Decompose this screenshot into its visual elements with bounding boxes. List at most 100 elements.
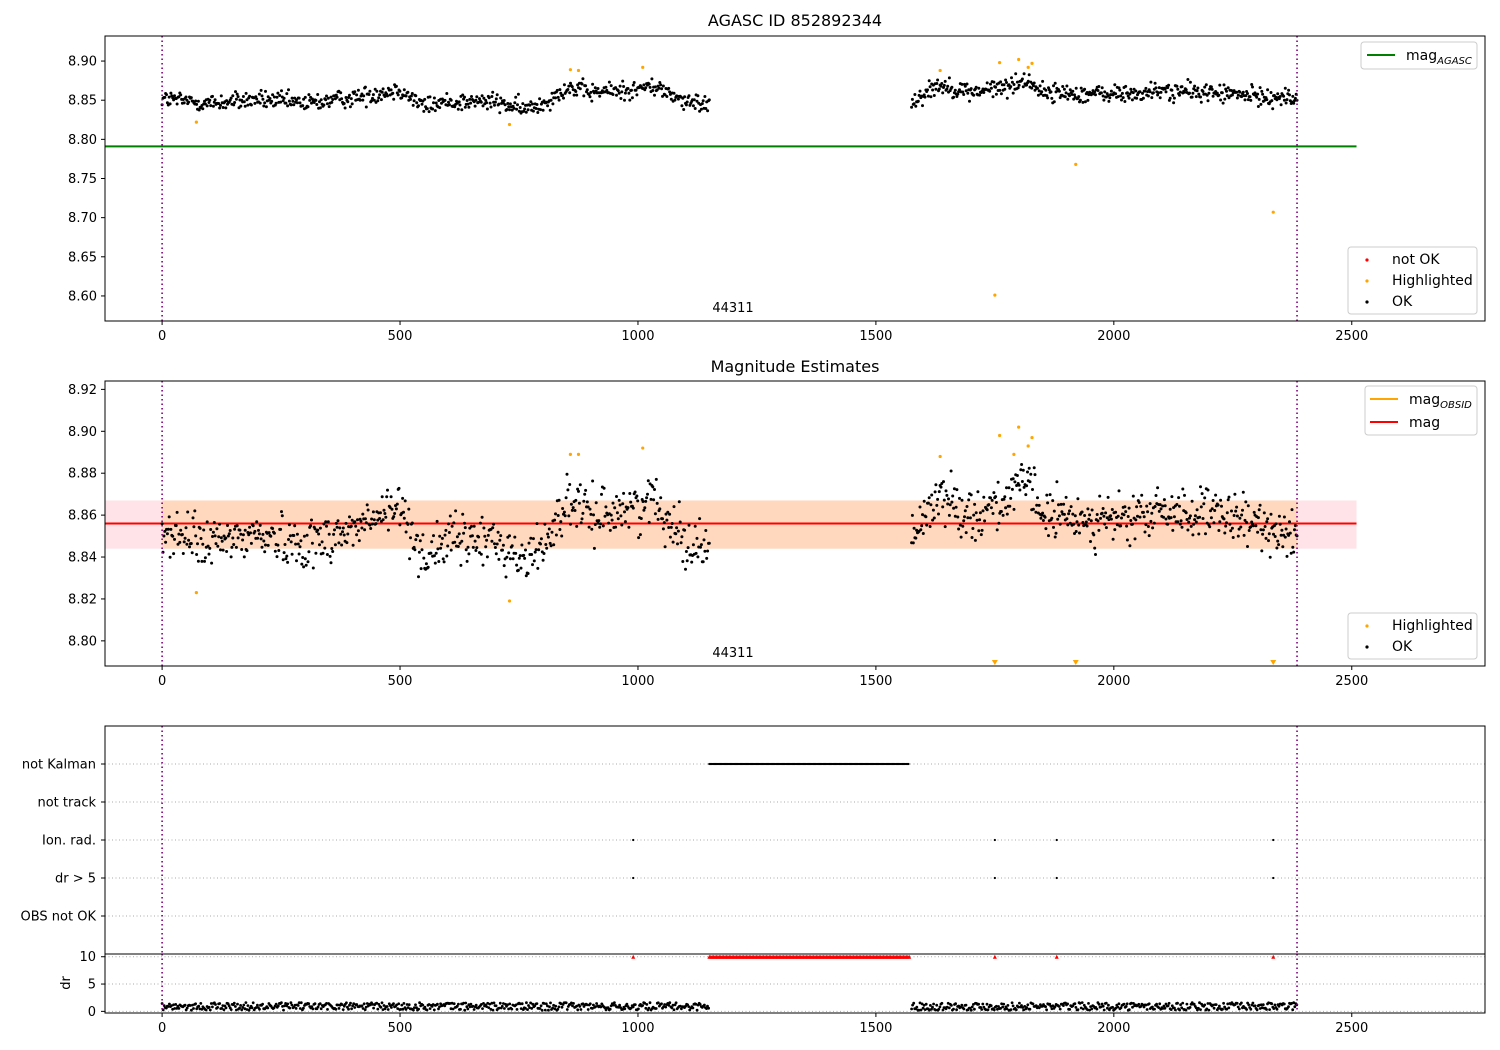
highlighted-point xyxy=(568,68,572,72)
ok-point xyxy=(339,91,343,95)
ok-point xyxy=(1088,513,1092,517)
ok-point xyxy=(486,533,490,537)
ok-point xyxy=(241,538,245,542)
ok-point xyxy=(238,528,242,532)
panel-dr-axes: 05100 500 1000 1500 2000 2500 xyxy=(79,950,1368,1036)
ok-point xyxy=(390,507,394,511)
ok-point xyxy=(341,526,345,530)
ok-point xyxy=(1273,535,1277,538)
ok-point xyxy=(1011,91,1015,95)
ok-point xyxy=(623,520,627,524)
ok-point xyxy=(318,526,322,530)
ok-point xyxy=(1153,505,1157,508)
ok-point xyxy=(1094,553,1097,556)
ok-point xyxy=(285,92,289,96)
ok-point xyxy=(457,532,461,536)
ok-point xyxy=(1077,523,1081,527)
dr-point xyxy=(924,1002,928,1006)
ok-point xyxy=(957,527,961,531)
ok-point xyxy=(1170,88,1174,92)
ok-point xyxy=(656,517,660,521)
ok-point xyxy=(276,91,280,95)
ok-point xyxy=(643,506,647,510)
ok-point xyxy=(1140,493,1144,497)
ok-point xyxy=(978,518,982,522)
dr-point xyxy=(222,1008,226,1012)
ok-point xyxy=(463,105,467,109)
ok-point xyxy=(592,546,596,550)
ok-point xyxy=(1025,484,1029,488)
ok-point xyxy=(645,496,649,500)
dr-clipped-marker xyxy=(1054,954,1059,959)
dr-point xyxy=(464,1001,468,1005)
ok-point xyxy=(1154,494,1158,497)
ok-point xyxy=(310,518,313,522)
ok-point xyxy=(561,507,565,510)
ok-point xyxy=(1130,98,1134,102)
ok-point xyxy=(1267,539,1270,543)
legend-not-ok-marker xyxy=(1365,258,1369,262)
dr-point xyxy=(618,1003,621,1007)
ok-point xyxy=(431,107,435,111)
ok-point xyxy=(358,98,362,102)
ok-point xyxy=(502,99,506,102)
ok-point xyxy=(406,90,410,94)
ok-point xyxy=(1040,90,1044,94)
ok-point xyxy=(209,104,213,108)
ok-point xyxy=(1021,85,1025,89)
ok-point xyxy=(490,95,494,98)
ok-point xyxy=(407,507,411,511)
ok-point xyxy=(975,518,979,522)
ok-point xyxy=(433,109,437,113)
ok-point xyxy=(534,548,538,552)
dr-point xyxy=(910,1007,913,1011)
ok-point xyxy=(259,537,263,541)
x-tick-label: 2000 xyxy=(1097,329,1130,344)
legend-highlighted-marker xyxy=(1365,279,1369,283)
dr-point xyxy=(1251,1001,1255,1005)
ok-point xyxy=(1109,89,1113,93)
ok-point xyxy=(380,495,384,499)
ok-point xyxy=(538,97,542,101)
ok-point xyxy=(202,528,206,532)
ok-point xyxy=(467,105,471,109)
ok-point xyxy=(941,505,945,509)
ok-point xyxy=(659,496,663,500)
ok-point xyxy=(281,558,285,562)
ok-point xyxy=(187,100,191,104)
ok-point xyxy=(1222,517,1226,521)
ok-point xyxy=(272,95,276,99)
dr-point xyxy=(319,1007,323,1011)
ok-point xyxy=(523,556,527,560)
ok-point xyxy=(615,511,619,515)
ok-point xyxy=(674,532,678,536)
ok-point xyxy=(1099,91,1103,95)
ok-point xyxy=(1218,83,1222,87)
ok-point xyxy=(307,93,311,97)
ok-point xyxy=(1018,488,1022,492)
ok-point xyxy=(654,477,658,481)
ok-point xyxy=(593,86,597,90)
ok-point xyxy=(367,93,371,96)
ok-point xyxy=(607,521,611,525)
ok-point xyxy=(253,529,257,533)
ok-point xyxy=(1183,493,1186,497)
ok-point xyxy=(1172,96,1176,100)
ok-point xyxy=(991,95,995,99)
flag-point xyxy=(632,876,635,880)
ok-point xyxy=(531,109,535,113)
ok-point xyxy=(1144,86,1148,90)
dr-point xyxy=(515,1008,519,1011)
ok-point xyxy=(1046,96,1050,100)
ok-point xyxy=(598,94,602,98)
ok-point xyxy=(619,514,623,518)
ok-point xyxy=(558,88,562,92)
panel-flags: not Kalmannot trackIon. rad.dr > 5OBS no… xyxy=(21,725,1486,955)
dr-point xyxy=(981,1002,985,1006)
dr-point xyxy=(641,1004,644,1007)
ok-point xyxy=(1241,508,1244,512)
ok-point xyxy=(1120,91,1124,95)
ok-point xyxy=(1117,489,1121,493)
dr-point xyxy=(1247,1003,1251,1007)
ok-point xyxy=(359,519,363,523)
